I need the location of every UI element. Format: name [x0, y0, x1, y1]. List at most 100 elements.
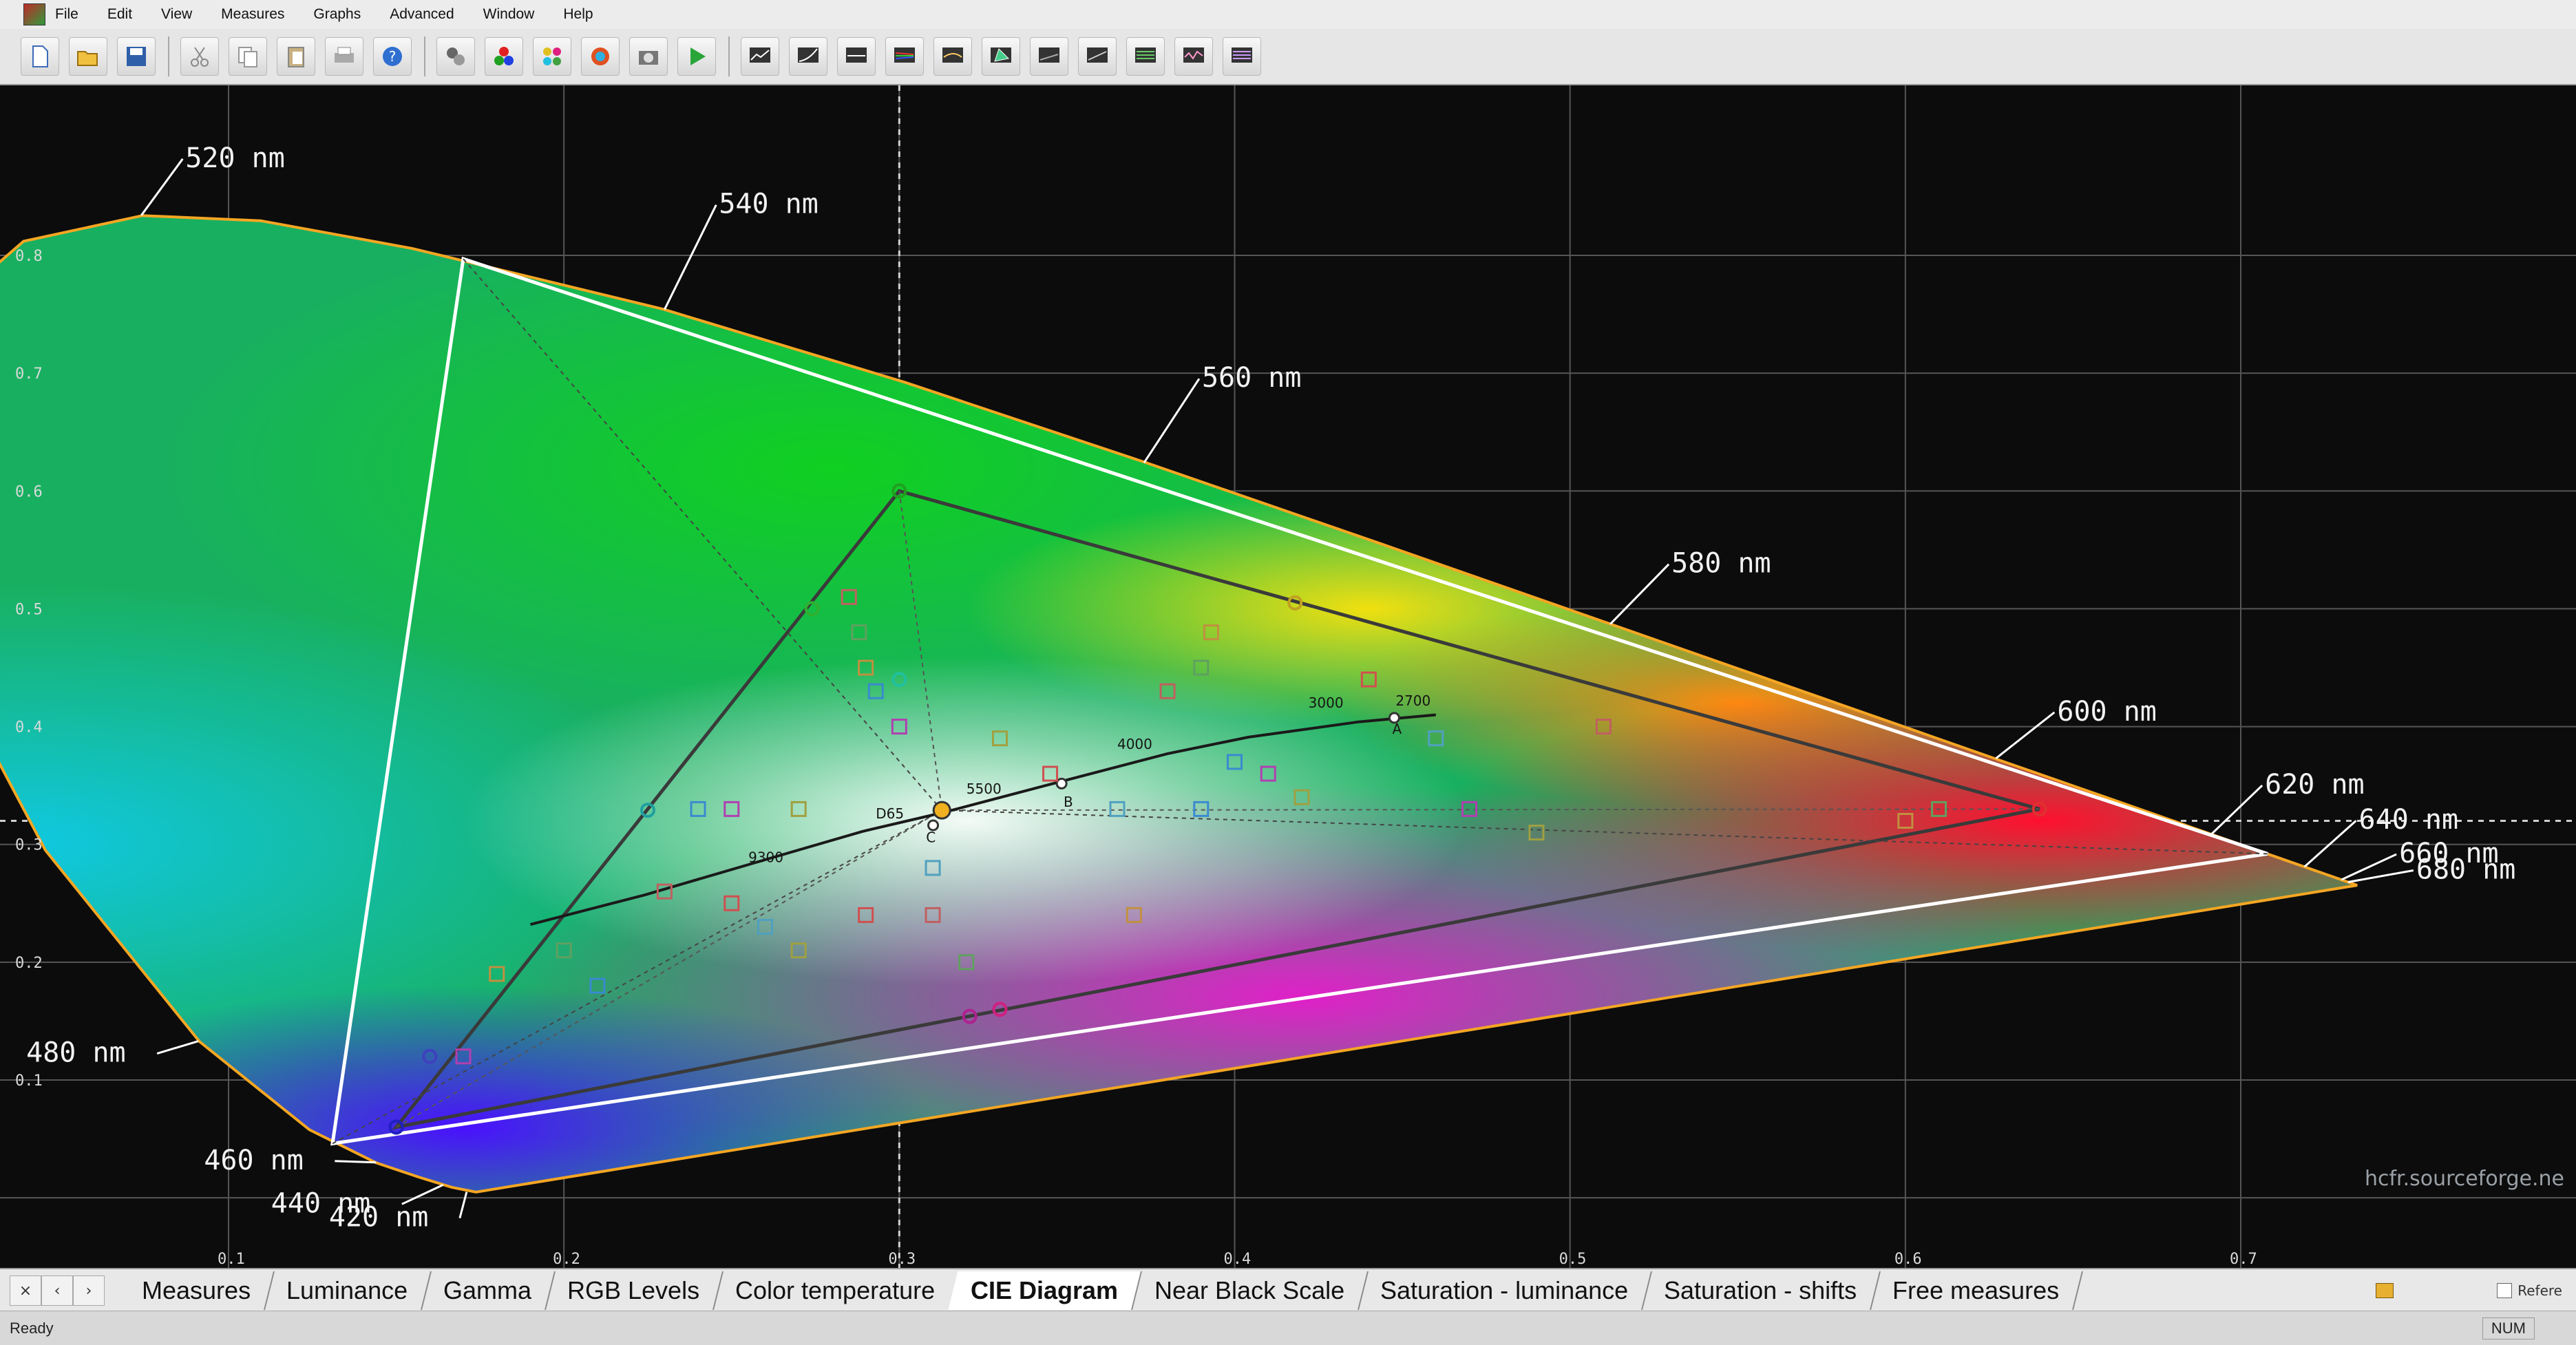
color-button[interactable]: [581, 37, 620, 76]
tab-near-black-scale[interactable]: Near Black Scale: [1131, 1271, 1369, 1310]
camera-icon: [639, 51, 658, 65]
menu-edit[interactable]: Edit: [107, 6, 132, 23]
rgb-button[interactable]: [485, 37, 523, 76]
y-tick-label: 0.7: [15, 366, 43, 383]
status-bar: Ready NUM: [0, 1311, 2576, 1345]
num-lock-indicator: NUM: [2482, 1317, 2535, 1339]
new-button[interactable]: [21, 37, 59, 76]
view-cie-button[interactable]: [982, 37, 1020, 76]
view-sat-luminance-button[interactable]: [1078, 37, 1117, 76]
cct-label: B: [1064, 794, 1073, 810]
view-measures-button[interactable]: [741, 37, 779, 76]
wavelength-label: 460 nm: [204, 1145, 304, 1176]
generator-button[interactable]: [436, 37, 475, 76]
toolbar: ?: [0, 29, 2576, 85]
copy-button[interactable]: [229, 37, 267, 76]
play-icon: [690, 47, 706, 65]
tab-luminance[interactable]: Luminance: [264, 1271, 432, 1310]
menu-bar: File Edit View Measures Graphs Advanced …: [0, 0, 2576, 30]
prev-tab-button[interactable]: ‹: [41, 1275, 73, 1306]
menu-window[interactable]: Window: [483, 6, 535, 23]
tab-free-measures[interactable]: Free measures: [1869, 1271, 2084, 1310]
menu-advanced[interactable]: Advanced: [390, 6, 454, 23]
menu-view[interactable]: View: [161, 6, 192, 23]
view-free-measures-icon: [1183, 47, 1204, 63]
x-tick-label: 0.4: [1224, 1251, 1252, 1268]
wavelength-leader-line: [1143, 378, 1201, 464]
cct-label: 3000: [1309, 695, 1344, 711]
wavelength-leader-line: [156, 1040, 199, 1055]
view-sat-shifts-button[interactable]: [1126, 37, 1165, 76]
view-rgb-levels-button[interactable]: [885, 37, 924, 76]
print-button[interactable]: [325, 37, 363, 76]
menu-file[interactable]: File: [55, 6, 78, 23]
white-point-marker: [932, 801, 951, 820]
y-tick-label: 0.3: [15, 837, 43, 854]
view-gamma-icon: [846, 47, 867, 63]
camera-button[interactable]: [629, 37, 668, 76]
cct-label: 9300: [748, 849, 783, 865]
view-near-black-button[interactable]: [1030, 37, 1068, 76]
view-luminance-icon: [798, 47, 819, 63]
next-tab-button[interactable]: ›: [73, 1275, 105, 1306]
wavelength-leader-line: [663, 204, 717, 310]
save-button[interactable]: [117, 37, 156, 76]
open-button[interactable]: [69, 37, 107, 76]
menu-graphs[interactable]: Graphs: [313, 6, 361, 23]
palette-button[interactable]: [533, 37, 571, 76]
rgb-icon: [494, 47, 514, 65]
x-tick-label: 0.3: [888, 1251, 916, 1268]
view-luminance-button[interactable]: [789, 37, 827, 76]
tab-saturation-shifts[interactable]: Saturation - shifts: [1640, 1271, 1881, 1310]
paste-icon: [288, 47, 304, 67]
cut-icon: [191, 47, 209, 67]
copy-icon: [238, 47, 257, 67]
wavelength-leader-line: [2210, 784, 2263, 836]
y-tick-label: 0.1: [15, 1072, 43, 1090]
tab-cie-diagram[interactable]: CIE Diagram: [948, 1271, 1143, 1310]
menu-help[interactable]: Help: [563, 6, 593, 23]
x-tick-label: 0.7: [2230, 1251, 2257, 1268]
play-button[interactable]: [677, 37, 716, 76]
toolbar-separator: [728, 36, 730, 76]
reference-status-icon: [2376, 1283, 2394, 1298]
tab-measures[interactable]: Measures: [119, 1271, 275, 1310]
toolbar-separator: [168, 36, 169, 76]
locus-color-blob: [0, 986, 933, 1192]
wavelength-label: 620 nm: [2265, 769, 2365, 801]
view-free-measures-button[interactable]: [1174, 37, 1213, 76]
menu-measures[interactable]: Measures: [221, 6, 284, 23]
wavelength-leader-line: [458, 1192, 468, 1218]
y-tick-label: 0.6: [15, 483, 43, 500]
illuminant-marker: [1055, 777, 1068, 790]
view-color-temp-button[interactable]: [933, 37, 972, 76]
view-gamma-button[interactable]: [837, 37, 876, 76]
close-view-button[interactable]: ×: [10, 1275, 41, 1306]
wavelength-leader-line: [1995, 711, 2056, 759]
watermark: hcfr.sourceforge.ne: [2365, 1167, 2564, 1191]
generator-icon: [447, 47, 465, 65]
tab-rgb-levels[interactable]: RGB Levels: [545, 1271, 724, 1310]
cie-diagram-view[interactable]: 0.1 0.2 0.3 0.4 0.5 0.6 0.7 0.1 0.2 0.3 0.4 0.5 0.6 0…: [0, 85, 2576, 1268]
new-icon: [32, 45, 48, 67]
view-color-temp-icon: [942, 47, 963, 63]
help-button[interactable]: ?: [373, 37, 412, 76]
illuminant-marker: [1388, 712, 1400, 724]
wavelength-label: 580 nm: [1671, 548, 1771, 580]
reference-label: Refere: [2517, 1282, 2562, 1299]
tab-saturation-luminance[interactable]: Saturation - luminance: [1357, 1271, 1652, 1310]
reference-checkbox[interactable]: [2497, 1283, 2513, 1298]
cut-button[interactable]: [180, 37, 219, 76]
cct-label: D65: [876, 805, 904, 822]
y-tick-label: 0.5: [15, 601, 43, 618]
tab-color-temperature[interactable]: Color temperature: [712, 1271, 960, 1310]
open-icon: [77, 51, 98, 66]
wavelength-label: 420 nm: [329, 1202, 428, 1233]
paste-button[interactable]: [277, 37, 315, 76]
toolbar-separator: [424, 36, 425, 76]
app-logo-icon: [23, 3, 45, 25]
wavelength-leader-line: [335, 1160, 377, 1164]
help-icon: ?: [383, 47, 402, 66]
tab-gamma[interactable]: Gamma: [421, 1271, 556, 1310]
view-measures-table-button[interactable]: [1223, 37, 1261, 76]
